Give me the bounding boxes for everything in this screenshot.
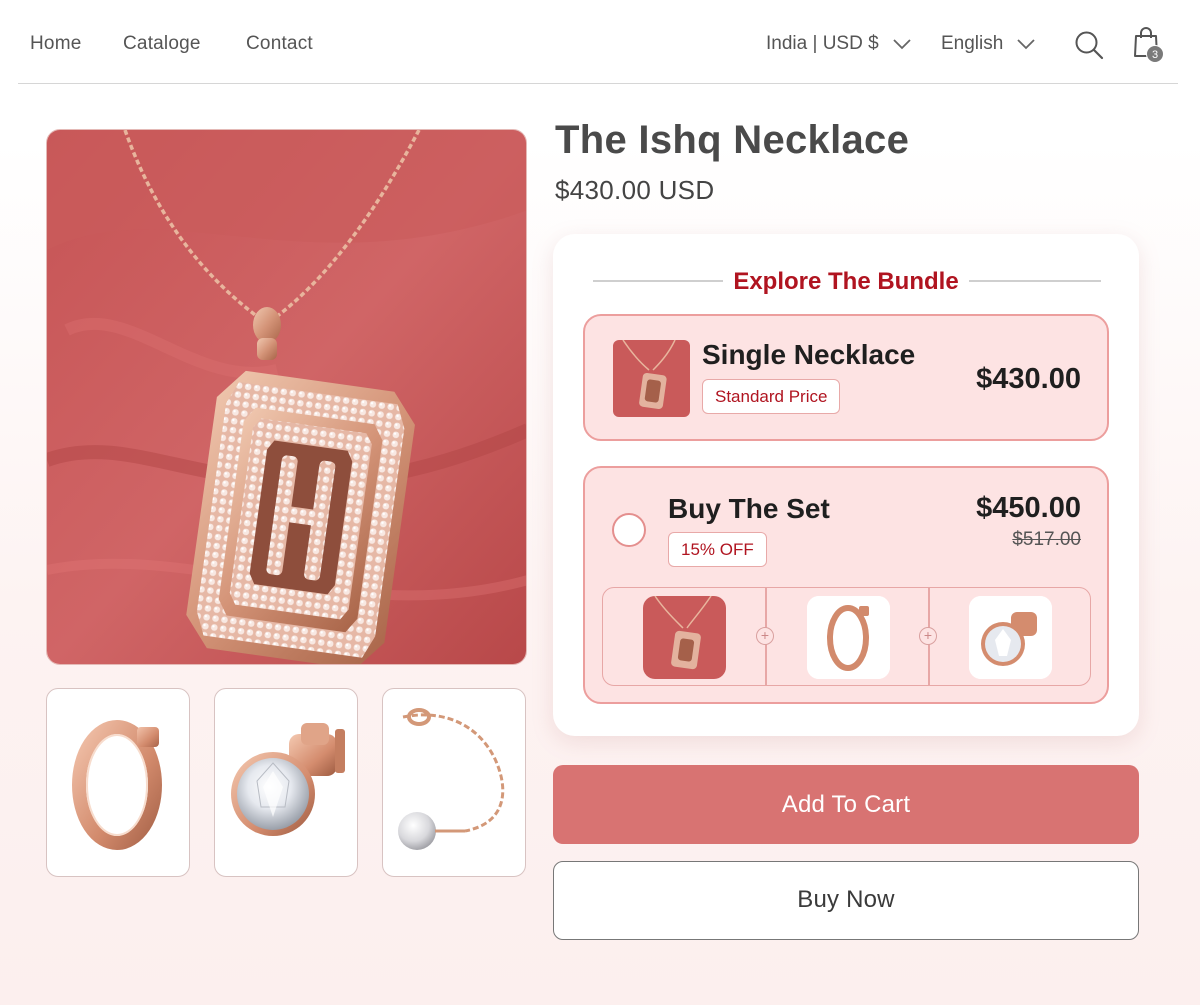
set-original-price: $517.00 <box>1012 529 1081 550</box>
nav-catalog-link[interactable]: Cataloge <box>123 33 201 55</box>
chevron-down-icon <box>893 38 911 49</box>
thumbnail-hoop-earring[interactable] <box>46 688 190 877</box>
thumbnail-stud-earring[interactable] <box>214 688 358 877</box>
plus-icon: + <box>919 627 937 645</box>
pearl-bracelet-photo <box>398 708 505 850</box>
discount-badge: 15% OFF <box>668 532 767 567</box>
set-option-name: Buy The Set <box>668 493 830 524</box>
necklace-photo <box>47 130 526 664</box>
hoop-earring-thumbnail <box>807 596 890 679</box>
necklace-thumbnail <box>613 340 690 417</box>
chevron-down-icon <box>1017 38 1035 49</box>
single-necklace-image <box>613 340 690 417</box>
bundle-card: Explore The Bundle Single Necklace Stand… <box>553 234 1139 736</box>
region-currency-selector[interactable]: India | USD $ <box>766 33 911 55</box>
single-option-price: $430.00 <box>976 363 1081 395</box>
product-main-image[interactable] <box>46 129 527 665</box>
standard-price-badge: Standard Price <box>702 379 841 414</box>
cart-button[interactable]: 3 <box>1132 26 1172 66</box>
set-items-strip: + + <box>602 587 1091 686</box>
necklace-thumbnail <box>643 596 726 679</box>
language-selector[interactable]: English <box>941 33 1035 55</box>
language-label: English <box>941 33 1004 54</box>
stud-earring-thumbnail <box>969 596 1052 679</box>
add-to-cart-button[interactable]: Add To Cart <box>553 765 1139 844</box>
nav-home-link[interactable]: Home <box>30 33 81 55</box>
set-item-hoop-earring <box>807 596 890 679</box>
product-title: The Ishq Necklace <box>555 118 910 162</box>
bundle-option-single[interactable]: Single Necklace Standard Price $430.00 <box>583 314 1109 441</box>
product-price: $430.00 USD <box>555 175 715 205</box>
set-radio-button[interactable] <box>612 513 646 547</box>
bundle-heading: Explore The Bundle <box>733 268 959 295</box>
thumbnail-pearl-bracelet[interactable] <box>382 688 526 877</box>
bundle-option-set[interactable]: Buy The Set 15% OFF $450.00 $517.00 + + <box>583 466 1109 704</box>
set-item-stud-earring <box>969 596 1052 679</box>
plus-icon: + <box>756 627 774 645</box>
set-option-price: $450.00 <box>976 492 1081 524</box>
nav-contact-link[interactable]: Contact <box>246 33 313 55</box>
hoop-earring-photo <box>72 720 162 850</box>
stud-earring-photo <box>231 723 345 836</box>
site-header: Home Cataloge Contact India | USD $ Engl… <box>18 0 1178 84</box>
region-currency-label: India | USD $ <box>766 33 879 54</box>
cart-count-badge: 3 <box>1146 45 1164 63</box>
single-option-name: Single Necklace <box>702 339 916 370</box>
set-item-necklace <box>643 596 726 679</box>
buy-now-button[interactable]: Buy Now <box>553 861 1139 940</box>
search-icon[interactable] <box>1074 30 1104 60</box>
